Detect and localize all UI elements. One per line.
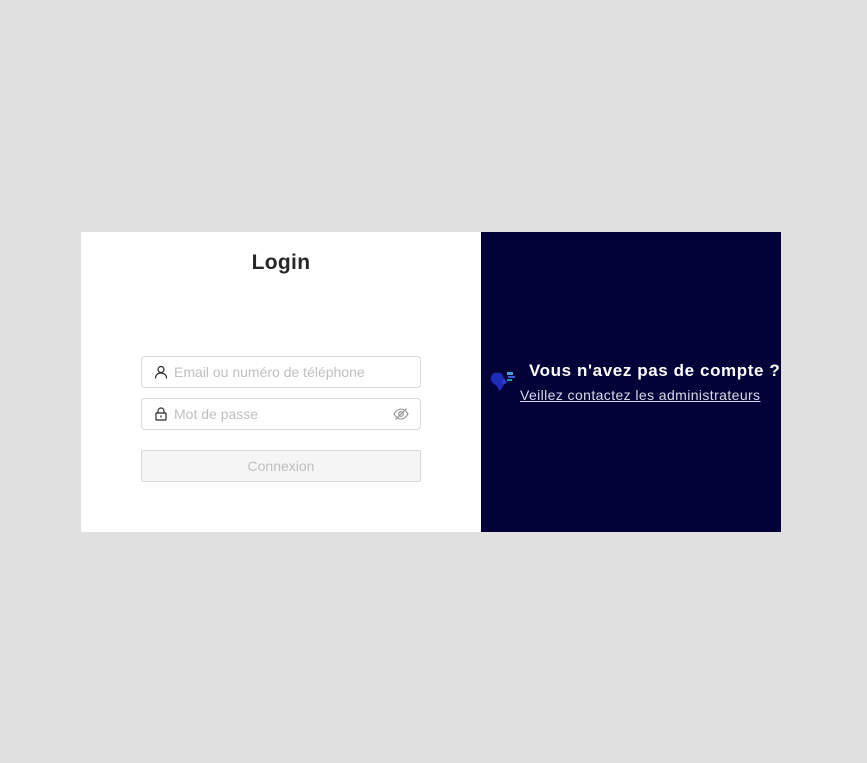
password-field[interactable] — [141, 398, 421, 430]
login-card: Login Email ou numéro de téléphone Conne… — [81, 232, 781, 532]
login-button[interactable]: Connexion — [141, 450, 421, 482]
password-input[interactable] — [174, 400, 389, 428]
login-title: Login — [251, 251, 311, 274]
no-account-heading: Vous n'avez pas de compte ? — [529, 361, 781, 380]
email-input[interactable] — [174, 358, 420, 386]
user-icon — [153, 364, 169, 380]
email-field[interactable] — [141, 356, 421, 388]
contact-admins-link[interactable]: Veillez contactez les administrateurs — [520, 387, 760, 403]
eye-invisible-icon[interactable] — [393, 406, 409, 422]
login-panel: Login Email ou numéro de téléphone Conne… — [81, 232, 481, 532]
logo-icon — [490, 372, 515, 391]
signup-panel: Vous n'avez pas de compte ? Veillez cont… — [481, 232, 781, 532]
lock-icon — [153, 406, 169, 422]
